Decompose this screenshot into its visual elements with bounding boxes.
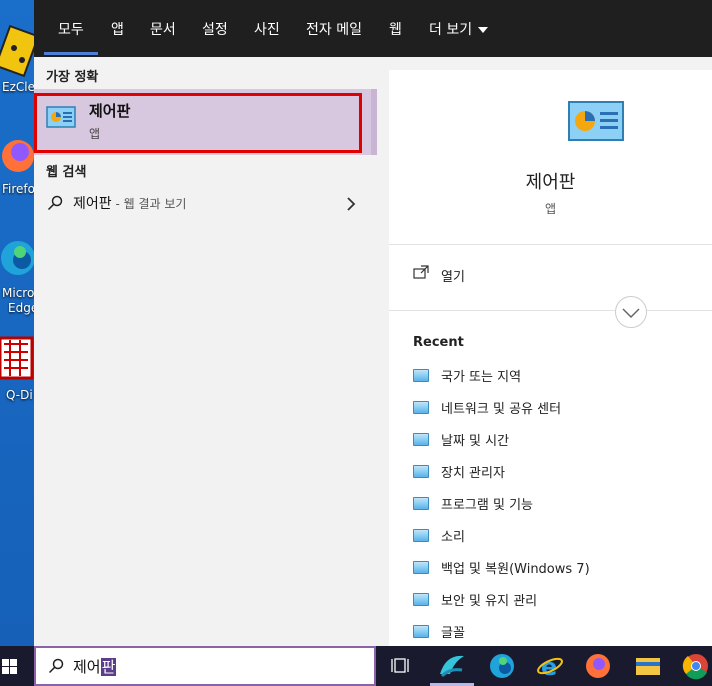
chevron-right-icon bbox=[347, 197, 356, 211]
search-typed-text: 제어 bbox=[73, 658, 101, 676]
preview-title: 제어판 bbox=[525, 172, 576, 193]
desktop-icon-label: EzCle bbox=[2, 80, 34, 94]
taskbar-app-firefox[interactable] bbox=[574, 646, 622, 686]
recent-item-label: 국가 또는 지역 bbox=[441, 370, 522, 385]
control-panel-item-icon bbox=[413, 369, 429, 382]
control-panel-item-icon bbox=[413, 625, 429, 638]
search-icon bbox=[47, 195, 63, 211]
control-panel-item-icon bbox=[413, 433, 429, 446]
control-panel-item-icon bbox=[413, 465, 429, 478]
recent-item-label: 프로그램 및 기능 bbox=[441, 498, 533, 513]
taskbar-app-ezcleaner[interactable] bbox=[428, 646, 476, 686]
results-scrollbar[interactable] bbox=[371, 89, 377, 155]
search-query: 제어판 bbox=[73, 656, 117, 677]
open-label: 열기 bbox=[441, 270, 465, 285]
recent-item-label: 장치 관리자 bbox=[441, 466, 505, 481]
best-match-title: 제어판 bbox=[89, 102, 131, 120]
ezcleaner-taskbar-icon bbox=[440, 655, 464, 678]
recent-item-label: 소리 bbox=[441, 530, 465, 545]
recent-item-label: 날짜 및 시간 bbox=[441, 434, 510, 449]
tab-documents[interactable]: 문서 bbox=[150, 0, 176, 57]
edge-icon bbox=[490, 654, 514, 678]
preview-subtitle: 앱 bbox=[544, 202, 557, 216]
desktop-icon-ezcleaner[interactable]: EzCle bbox=[0, 20, 34, 120]
recent-item-label: 글꼴 bbox=[441, 626, 465, 641]
taskbar-search-input[interactable]: 제어판 bbox=[34, 646, 376, 686]
results-list: 가장 정확 제어판 앱 웹 검색 제어판 - 웹 결과 보기 bbox=[34, 57, 377, 646]
divider bbox=[389, 244, 712, 245]
edge-icon bbox=[1, 241, 34, 275]
start-button[interactable] bbox=[0, 646, 34, 686]
windows-logo-icon bbox=[2, 659, 17, 674]
tab-apps[interactable]: 앱 bbox=[111, 0, 124, 57]
recent-item-label: 네트워크 및 공유 센터 bbox=[441, 402, 562, 417]
ezcleaner-icon bbox=[0, 24, 34, 78]
firefox-icon bbox=[2, 140, 34, 172]
control-panel-item-icon bbox=[413, 401, 429, 414]
firefox-icon bbox=[586, 654, 610, 678]
web-result-suffix: - 웹 결과 보기 bbox=[111, 197, 187, 211]
preview-pane: 제어판 앱 열기 Recent 국가 또는 지역 네트워크 및 공유 센터 날짜… bbox=[389, 70, 712, 646]
svg-text:e: e bbox=[541, 653, 557, 681]
tab-more-label: 더 보기 bbox=[429, 22, 473, 38]
recent-header: Recent bbox=[413, 335, 464, 350]
desktop-icon-label: Firefo bbox=[2, 182, 34, 196]
web-result-text: 제어판 - 웹 결과 보기 bbox=[73, 193, 186, 213]
open-icon bbox=[413, 265, 429, 279]
desktop: EzCle Firefo Micros Edge Q-Di bbox=[0, 0, 34, 646]
task-view-icon bbox=[391, 658, 409, 673]
open-action[interactable]: 열기 bbox=[413, 262, 693, 288]
desktop-icon-firefox[interactable]: Firefo bbox=[0, 128, 34, 228]
folder-icon bbox=[636, 658, 660, 675]
recent-item-label: 보안 및 유지 관리 bbox=[441, 594, 538, 609]
taskbar-app-file-explorer[interactable] bbox=[624, 646, 672, 686]
search-panel: 모두 앱 문서 설정 사진 전자 메일 웹 더 보기 가장 정확 제어판 앱 웹… bbox=[34, 0, 712, 646]
divider bbox=[389, 310, 712, 311]
control-panel-large-icon bbox=[568, 101, 624, 141]
best-match-subtitle: 앱 bbox=[89, 127, 101, 141]
desktop-icon-label: Q-Di bbox=[6, 388, 33, 402]
search-composing-char: 판 bbox=[100, 658, 117, 676]
tab-more[interactable]: 더 보기 bbox=[429, 0, 489, 57]
taskbar-app-edge[interactable] bbox=[478, 646, 526, 686]
control-panel-item-icon bbox=[413, 497, 429, 510]
web-search-header: 웹 검색 bbox=[46, 165, 87, 180]
tab-email[interactable]: 전자 메일 bbox=[306, 0, 362, 57]
chrome-icon bbox=[682, 654, 708, 680]
expand-chevron-button[interactable] bbox=[614, 295, 648, 329]
tab-photos[interactable]: 사진 bbox=[254, 0, 280, 57]
control-panel-item-icon bbox=[413, 529, 429, 542]
tab-all[interactable]: 모두 bbox=[44, 0, 98, 57]
best-match-header: 가장 정확 bbox=[46, 70, 99, 85]
control-panel-icon bbox=[46, 106, 76, 128]
desktop-icon-label: Edge bbox=[8, 301, 34, 315]
recent-item-label: 백업 및 복원(Windows 7) bbox=[441, 562, 590, 577]
control-panel-item-icon bbox=[413, 561, 429, 574]
taskbar-app-ie[interactable]: e bbox=[526, 646, 574, 686]
tab-web[interactable]: 웹 bbox=[389, 0, 402, 57]
taskbar-app-chrome[interactable] bbox=[672, 646, 712, 686]
task-view-button[interactable] bbox=[378, 646, 426, 686]
internet-explorer-icon: e bbox=[537, 653, 563, 681]
web-query: 제어판 bbox=[73, 196, 112, 212]
highlight-box bbox=[34, 93, 362, 153]
search-icon bbox=[48, 658, 64, 674]
web-search-result[interactable]: 제어판 - 웹 결과 보기 bbox=[34, 187, 377, 221]
tab-settings[interactable]: 설정 bbox=[202, 0, 228, 57]
desktop-icon-qdir[interactable]: Q-Di bbox=[0, 336, 34, 436]
desktop-icon-label: Micros bbox=[2, 286, 34, 300]
desktop-icon-edge[interactable]: Micros Edge bbox=[0, 232, 34, 332]
control-panel-item-icon bbox=[413, 593, 429, 606]
chevron-down-icon bbox=[478, 27, 489, 33]
filter-tabs: 모두 앱 문서 설정 사진 전자 메일 웹 더 보기 bbox=[34, 0, 712, 57]
qdir-icon bbox=[0, 336, 34, 380]
